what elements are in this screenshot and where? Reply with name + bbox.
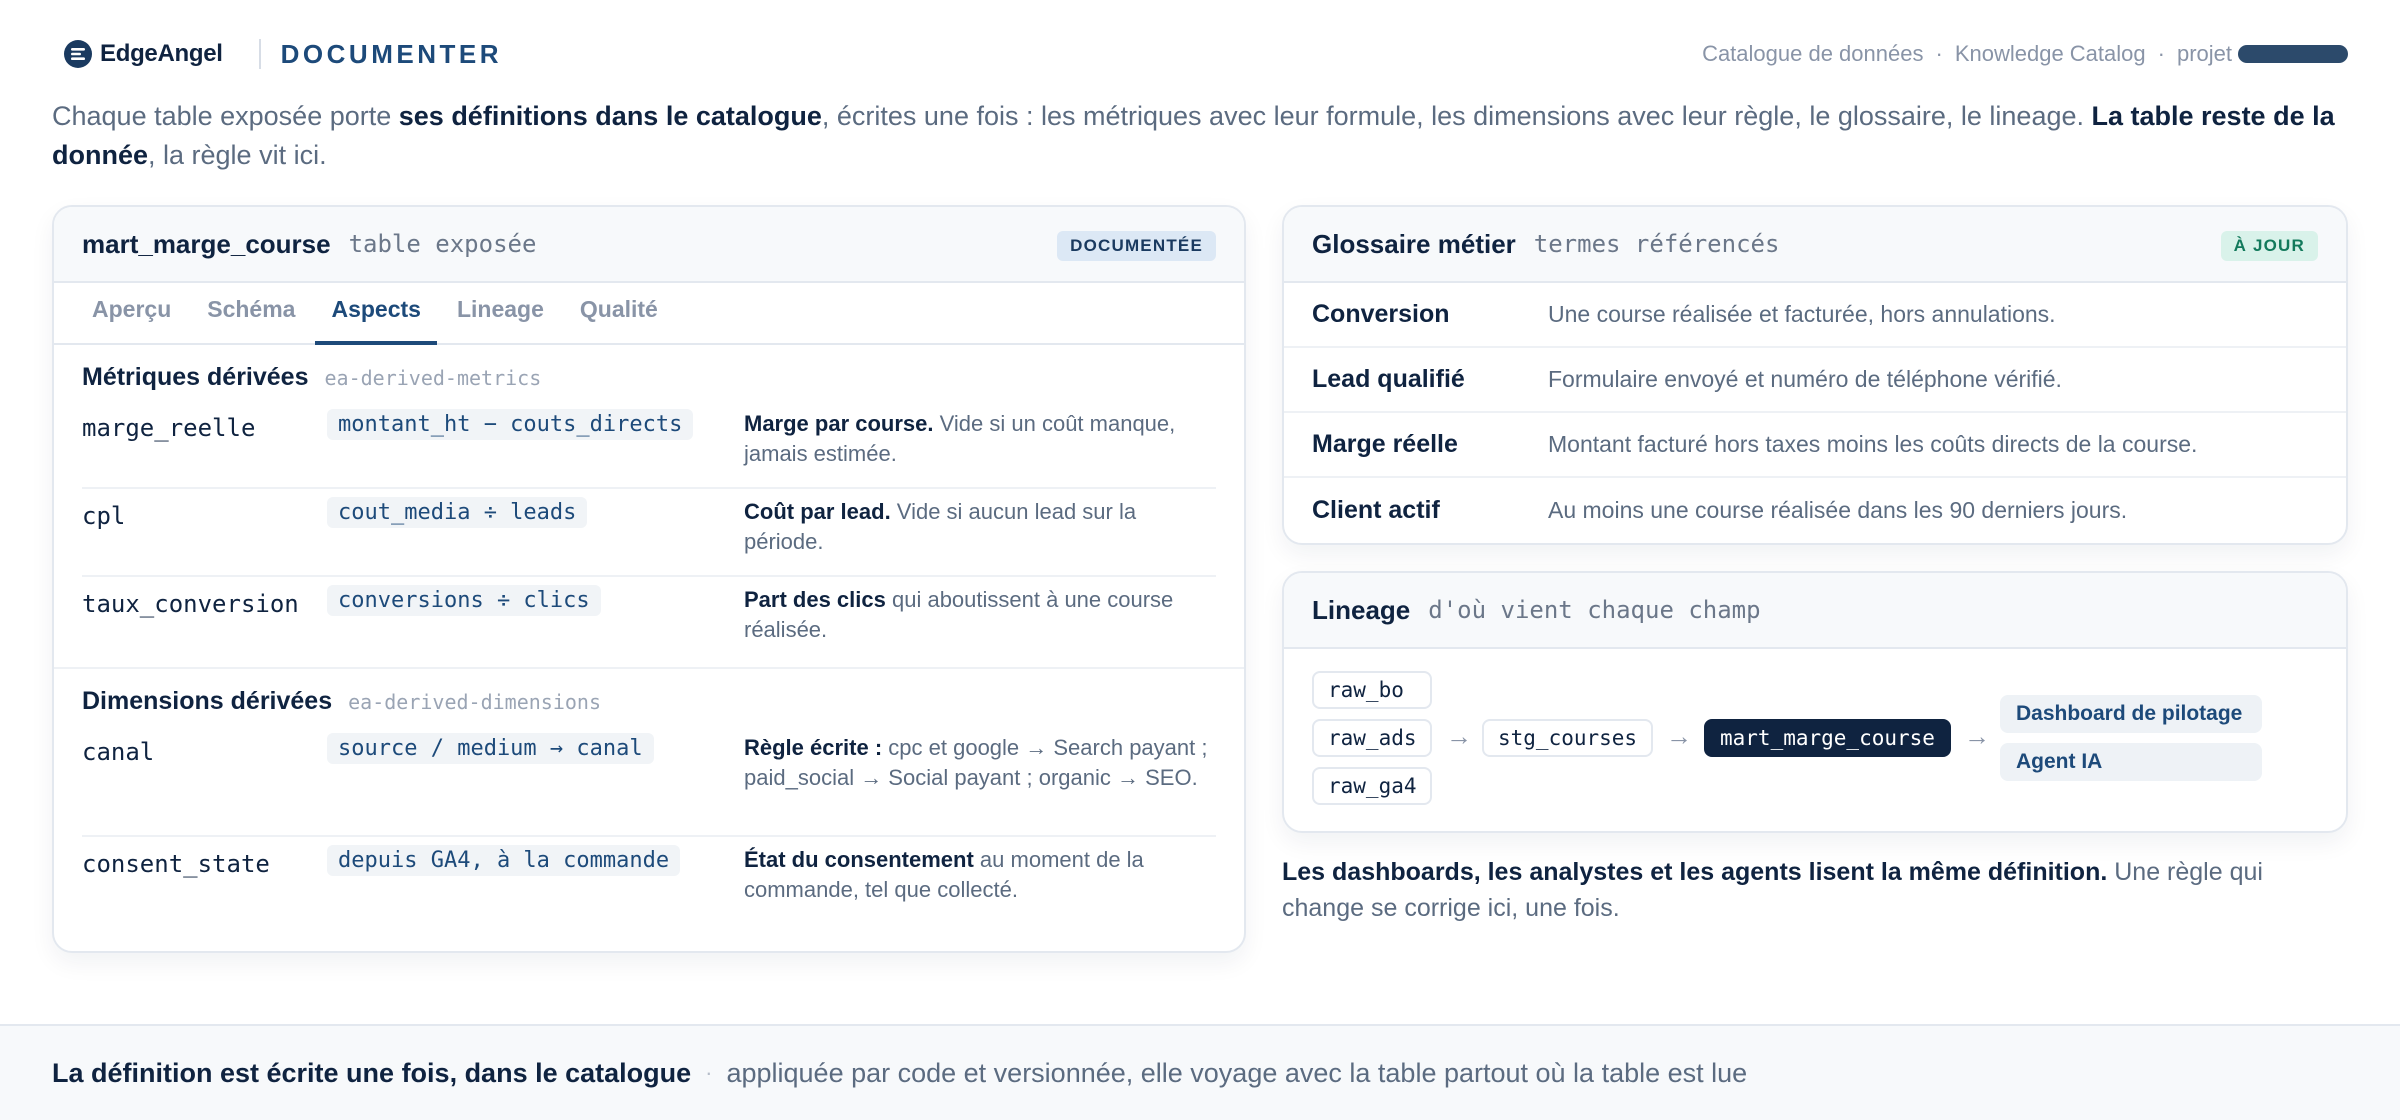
tab-bar: Aperçu Schéma Aspects Lineage Qualité <box>54 283 1244 345</box>
lineage-node-mart[interactable]: mart_marge_course <box>1704 719 1951 757</box>
lineage-node-output[interactable]: Agent IA <box>2000 743 2262 781</box>
field-description: Coût par lead. Vide si aucun lead sur la… <box>744 499 1137 554</box>
breadcrumb-item[interactable]: Catalogue de données <box>1702 41 1923 67</box>
redacted-project-pill <box>2238 45 2348 63</box>
table-card-header: mart_marge_course table exposée DOCUMENT… <box>54 207 1244 283</box>
field-name: canal <box>82 738 155 766</box>
table-card: mart_marge_course table exposée DOCUMENT… <box>52 205 1246 953</box>
glossary-title: Glossaire métier <box>1312 228 1516 259</box>
glossary-subtitle: termes référencés <box>1533 230 1780 258</box>
brand-name: EdgeAngel <box>100 40 223 67</box>
formula-chip: cout_media ÷ leads <box>327 497 588 528</box>
tab-schema[interactable]: Schéma <box>191 296 311 345</box>
brand[interactable]: EdgeAngel DOCUMENTER <box>64 39 502 70</box>
field-name: consent_state <box>82 850 270 878</box>
lineage-title: Lineage <box>1312 594 1411 625</box>
aspect-key: ea-derived-metrics <box>324 366 542 390</box>
metric-row: taux_conversion conversions ÷ clics Part… <box>82 577 1216 667</box>
metrics-list: marge_reelle montant_ht − couts_directs … <box>54 401 1244 667</box>
table-type: table exposée <box>348 230 537 258</box>
lineage-node-source[interactable]: raw_ads <box>1312 719 1432 757</box>
lineage-node-source[interactable]: raw_bo <box>1312 671 1432 709</box>
glossary-row[interactable]: Marge réelle Montant facturé hors taxes … <box>1284 413 2346 478</box>
glossary-definition: Montant facturé hors taxes moins les coû… <box>1548 431 2198 457</box>
lineage-card-header: Lineage d'où vient chaque champ <box>1284 573 2346 649</box>
lineage-note: Les dashboards, les analystes et les age… <box>1282 858 2263 922</box>
dimensions-list: canal source / medium → canal Règle écri… <box>54 725 1244 925</box>
arrow-icon: → <box>1964 721 1990 751</box>
dimensions-section-header: Dimensions dérivées ea-derived-dimension… <box>54 669 1244 725</box>
field-description: Règle écrite : cpc et google → Search pa… <box>744 735 1208 790</box>
formula-chip: source / medium → canal <box>327 733 654 764</box>
glossary-row[interactable]: Conversion Une course réalisée et factur… <box>1284 283 2346 348</box>
tab-qualite[interactable]: Qualité <box>564 296 674 345</box>
section-title: Métriques dérivées <box>82 363 309 391</box>
dimension-row: consent_state depuis GA4, à la commande … <box>82 837 1216 925</box>
glossary-row[interactable]: Client actif Au moins une course réalisé… <box>1284 478 2346 543</box>
glossary-card-header: Glossaire métier termes référencés À JOU… <box>1284 207 2346 283</box>
glossary-term: Lead qualifié <box>1312 365 1465 393</box>
footer-title: La définition est écrite une fois, dans … <box>52 1057 692 1088</box>
formula-chip: montant_ht − couts_directs <box>327 409 694 440</box>
arrow-icon: → <box>1666 721 1692 751</box>
formula-chip: depuis GA4, à la commande <box>327 845 681 876</box>
tab-lineage[interactable]: Lineage <box>441 296 560 345</box>
tab-aspects[interactable]: Aspects <box>315 296 437 345</box>
intro-text: Chaque table exposée porte ses définitio… <box>52 101 2335 170</box>
field-name: cpl <box>82 502 126 530</box>
glossary-definition: Formulaire envoyé et numéro de téléphone… <box>1548 366 2062 392</box>
field-description: Part des clics qui aboutissent à une cou… <box>744 587 1174 642</box>
table-name: mart_marge_course <box>82 228 331 259</box>
section-title: Dimensions dérivées <box>82 687 333 715</box>
breadcrumb: Catalogue de données · Knowledge Catalog… <box>1702 41 2348 67</box>
lineage-node-source[interactable]: raw_ga4 <box>1312 767 1432 805</box>
breadcrumb-item[interactable]: Knowledge Catalog <box>1955 41 2146 67</box>
breadcrumb-item[interactable]: projet <box>2177 41 2232 67</box>
lineage-node-output[interactable]: Dashboard de pilotage <box>2000 695 2262 733</box>
glossary-term: Marge réelle <box>1312 430 1458 458</box>
breadcrumb-separator: · <box>2157 41 2165 66</box>
top-header: EdgeAngel DOCUMENTER Catalogue de donnée… <box>64 34 2348 74</box>
glossary-definition: Au moins une course réalisée dans les 90… <box>1548 497 2128 523</box>
metrics-section-header: Métriques dérivées ea-derived-metrics <box>54 345 1244 401</box>
lineage-subtitle: d'où vient chaque champ <box>1428 596 1761 624</box>
formula-chip: conversions ÷ clics <box>327 585 601 616</box>
footer-banner: La définition est écrite une fois, dans … <box>0 1024 2400 1120</box>
breadcrumb-separator: · <box>1935 41 1943 66</box>
metric-row: cpl cout_media ÷ leads Coût par lead. Vi… <box>82 489 1216 577</box>
field-name: taux_conversion <box>82 590 299 618</box>
field-name: marge_reelle <box>82 414 256 442</box>
footer-separator: · <box>705 1060 713 1085</box>
tab-apercu[interactable]: Aperçu <box>76 296 187 345</box>
edgeangel-logo-icon <box>64 40 92 68</box>
glossary-definition: Une course réalisée et facturée, hors an… <box>1548 301 2056 327</box>
brand-divider <box>258 39 261 69</box>
glossary-term: Conversion <box>1312 300 1450 328</box>
field-description: Marge par course. Vide si un coût manque… <box>744 411 1176 466</box>
lineage-graph: raw_bo raw_ads raw_ga4 → stg_courses → m… <box>1284 649 2346 831</box>
dimension-row: canal source / medium → canal Règle écri… <box>82 725 1216 837</box>
lineage-card: Lineage d'où vient chaque champ raw_bo r… <box>1282 571 2348 833</box>
glossary-row[interactable]: Lead qualifié Formulaire envoyé et numér… <box>1284 348 2346 413</box>
status-badge: DOCUMENTÉE <box>1057 231 1216 261</box>
footer-text: appliquée par code et versionnée, elle v… <box>726 1057 1748 1088</box>
glossary-term: Client actif <box>1312 496 1440 524</box>
arrow-icon: → <box>1446 721 1472 751</box>
metric-row: marge_reelle montant_ht − couts_directs … <box>82 401 1216 489</box>
lineage-node-staging[interactable]: stg_courses <box>1482 719 1654 757</box>
product-name: DOCUMENTER <box>280 38 502 69</box>
aspect-key: ea-derived-dimensions <box>348 690 601 714</box>
glossary-card: Glossaire métier termes référencés À JOU… <box>1282 205 2348 545</box>
field-description: État du consentement au moment de la com… <box>744 847 1144 902</box>
status-badge: À JOUR <box>2220 231 2318 261</box>
